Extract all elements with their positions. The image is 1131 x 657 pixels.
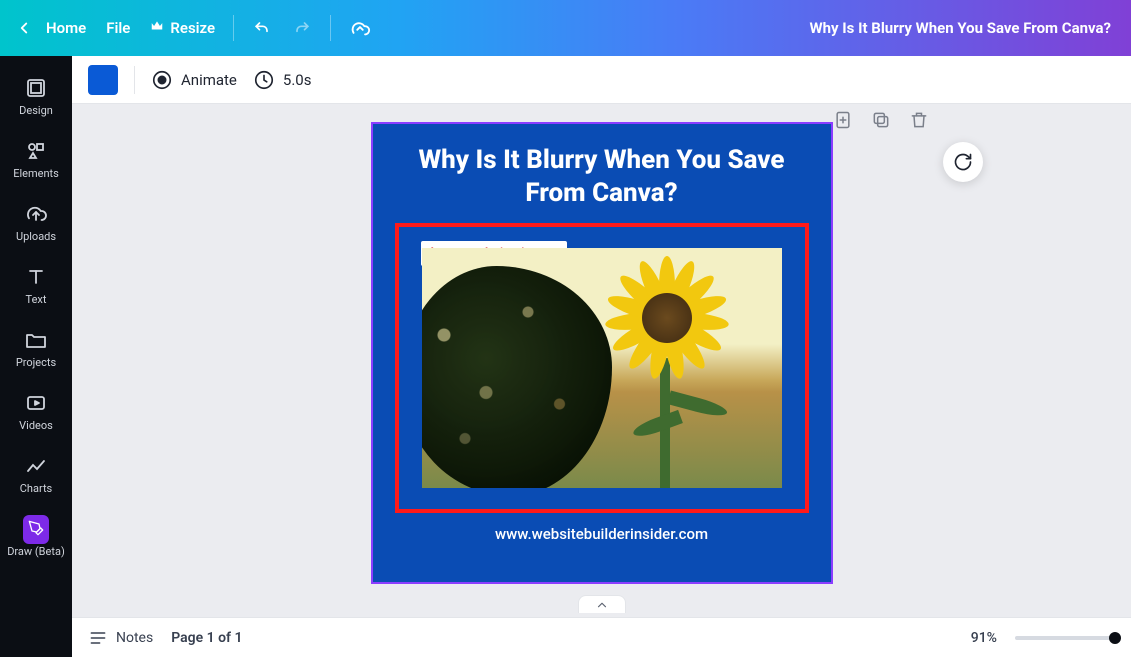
- sidebar-item-design[interactable]: Design: [0, 66, 72, 129]
- duration-label: 5.0s: [283, 71, 312, 89]
- placeholder-image[interactable]: [422, 248, 782, 488]
- resize-menu[interactable]: Resize: [140, 13, 225, 43]
- top-bar: Home File Resize Why Is It Blurry When Y…: [0, 0, 1131, 56]
- delete-page-icon[interactable]: [909, 110, 931, 132]
- animate-button[interactable]: Animate: [151, 69, 237, 91]
- context-toolbar: Animate 5.0s: [72, 56, 1131, 104]
- color-swatch[interactable]: [88, 65, 118, 95]
- undo-button[interactable]: [242, 12, 282, 44]
- file-menu[interactable]: File: [96, 13, 140, 43]
- videos-icon: [24, 391, 48, 415]
- charts-icon: [24, 454, 48, 478]
- notes-icon: [88, 628, 108, 648]
- page-indicator[interactable]: Page 1 of 1: [171, 630, 242, 646]
- design-canvas[interactable]: Why Is It Blurry When You Save From Canv…: [371, 122, 833, 584]
- zoom-slider[interactable]: [1015, 636, 1115, 640]
- home-button[interactable]: Home: [36, 13, 96, 43]
- sidebar-item-label: Draw (Beta): [7, 545, 65, 558]
- sidebar-item-label: Uploads: [16, 230, 56, 243]
- resize-label: Resize: [170, 19, 215, 37]
- zoom-slider-thumb[interactable]: [1109, 632, 1121, 644]
- zoom-percentage[interactable]: 91%: [971, 630, 997, 646]
- back-chevron-icon[interactable]: [12, 16, 36, 40]
- file-label: File: [106, 19, 130, 37]
- canvas-title-text[interactable]: Why Is It Blurry When You Save From Canv…: [397, 144, 807, 209]
- uploads-icon: [24, 202, 48, 226]
- sidebar-item-projects[interactable]: Projects: [0, 318, 72, 381]
- projects-icon: [24, 328, 48, 352]
- bottom-bar: Notes Page 1 of 1 91%: [72, 617, 1131, 657]
- selected-image-frame[interactable]: Low-resolution image: [395, 223, 809, 513]
- editor-stage[interactable]: Why Is It Blurry When You Save From Canv…: [72, 104, 1131, 617]
- notes-label: Notes: [116, 630, 153, 646]
- divider: [134, 66, 135, 94]
- refresh-icon: [953, 152, 973, 172]
- design-icon: [24, 76, 48, 100]
- cloud-sync-icon[interactable]: [339, 11, 381, 45]
- elements-icon: [24, 139, 48, 163]
- sidebar-item-text[interactable]: Text: [0, 255, 72, 318]
- sidebar-item-elements[interactable]: Elements: [0, 129, 72, 192]
- page-tools: [833, 110, 931, 132]
- canvas-footer-url[interactable]: www.websitebuilderinsider.com: [495, 525, 708, 543]
- animate-label: Animate: [181, 71, 237, 89]
- notes-button[interactable]: Notes: [88, 628, 153, 648]
- divider: [330, 15, 331, 41]
- chevron-up-icon: [595, 598, 609, 612]
- add-page-icon[interactable]: [833, 110, 855, 132]
- draw-icon: [24, 517, 48, 541]
- duplicate-page-icon[interactable]: [871, 110, 893, 132]
- sidebar-item-label: Videos: [19, 419, 53, 432]
- sidebar-item-draw[interactable]: Draw (Beta): [0, 507, 72, 570]
- sunflower-graphic: [607, 258, 727, 378]
- text-icon: [24, 265, 48, 289]
- animate-icon: [151, 69, 173, 91]
- duration-button[interactable]: 5.0s: [253, 69, 312, 91]
- sidebar-item-videos[interactable]: Videos: [0, 381, 72, 444]
- expand-pages-button[interactable]: [578, 595, 626, 613]
- sidebar-item-label: Charts: [20, 482, 52, 495]
- sidebar-item-label: Design: [19, 104, 53, 117]
- sidebar-item-charts[interactable]: Charts: [0, 444, 72, 507]
- home-label: Home: [46, 19, 86, 37]
- divider: [233, 15, 234, 41]
- sidebar-item-uploads[interactable]: Uploads: [0, 192, 72, 255]
- sidebar-item-label: Text: [26, 293, 47, 306]
- sidebar-item-label: Projects: [16, 356, 56, 369]
- crown-icon: [150, 19, 164, 37]
- sidebar-item-label: Elements: [13, 167, 59, 180]
- document-title[interactable]: Why Is It Blurry When You Save From Canv…: [809, 19, 1119, 37]
- redo-button[interactable]: [282, 12, 322, 44]
- regenerate-button[interactable]: [943, 142, 983, 182]
- left-sidebar: Design Elements Uploads Text Projects Vi…: [0, 56, 72, 657]
- clock-icon: [253, 69, 275, 91]
